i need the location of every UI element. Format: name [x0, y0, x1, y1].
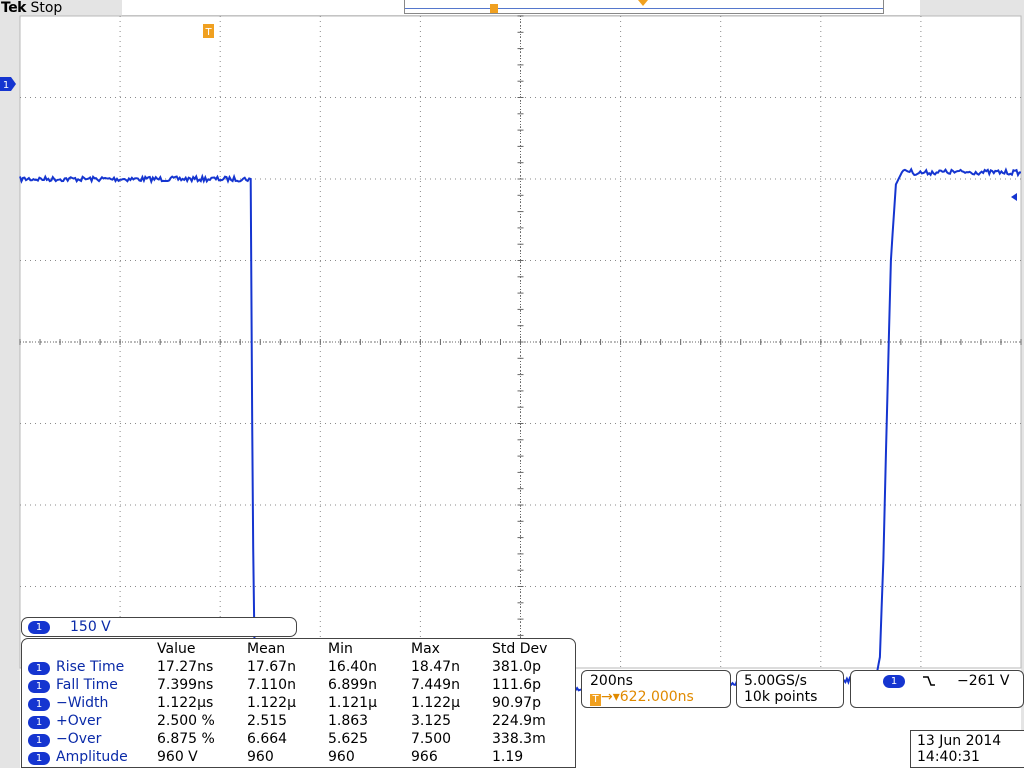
channel-scale: 150 V	[70, 619, 111, 635]
datetime-readout: 13 Jun 2014 14:40:31	[910, 730, 1024, 768]
column-header-max: Max	[411, 641, 440, 657]
measurement-value: 960 V	[157, 749, 198, 765]
record-length: 10k points	[744, 689, 818, 705]
measurement-max: 1.122µ	[411, 695, 460, 711]
measurement-std: 338.3m	[492, 731, 546, 747]
measurement-value: 6.875 %	[157, 731, 215, 747]
measurement-value: 1.122µs	[157, 695, 214, 711]
measurement-mean: 17.67n	[247, 659, 296, 675]
trigger-readout[interactable]: 1 −261 V	[850, 670, 1024, 708]
measurement-max: 3.125	[411, 713, 452, 729]
timebase-readout[interactable]: 200ns T →▾622.000ns	[581, 670, 731, 708]
trigger-level-marker[interactable]	[1011, 193, 1017, 201]
trigger-down-icon: ▾	[612, 689, 620, 705]
measurement-value: 2.500 %	[157, 713, 215, 729]
column-header-mean: Mean	[247, 641, 286, 657]
measurement-max: 18.47n	[411, 659, 460, 675]
falling-edge-icon	[921, 673, 937, 693]
measurement-mean: 1.122µ	[247, 695, 296, 711]
measurement-std: 1.19	[492, 749, 524, 765]
channel-marker-label: 1	[3, 80, 9, 91]
column-header-value: Value	[157, 641, 196, 657]
measurement-source-badge: 1	[28, 698, 50, 711]
measurement-source-badge: 1	[28, 734, 50, 747]
trigger-position-marker[interactable]: T	[203, 24, 214, 38]
column-header-min: Min	[328, 641, 353, 657]
trigger-marker-label: T	[204, 27, 212, 38]
trigger-delay: T →▾622.000ns	[590, 689, 694, 706]
measurement-name: +Over	[56, 713, 102, 729]
measurement-min: 5.625	[328, 731, 369, 747]
measurement-max: 966	[411, 749, 438, 765]
measurement-source-badge: 1	[28, 716, 50, 729]
channel-1-readout[interactable]: 1 150 V	[21, 617, 297, 637]
measurement-name: Amplitude	[56, 749, 128, 765]
measurement-value: 7.399ns	[157, 677, 214, 693]
measurement-name: −Width	[56, 695, 109, 711]
column-header-std-dev: Std Dev	[492, 641, 548, 657]
arrow-right-icon: →	[601, 689, 613, 705]
measurement-name: −Over	[56, 731, 102, 747]
measurement-source-badge: 1	[28, 752, 50, 765]
delay-value: 622.000ns	[619, 689, 694, 705]
measurement-std: 111.6p	[492, 677, 541, 693]
measurement-table: Value Mean Min Max Std Dev 1 Rise Time 17.…	[21, 638, 576, 768]
measurement-mean: 6.664	[247, 731, 288, 747]
channel-1-ground-marker[interactable]: 1	[0, 77, 16, 91]
measurement-min: 960	[328, 749, 355, 765]
trigger-source-badge: 1	[883, 675, 905, 688]
measurement-min: 1.863	[328, 713, 369, 729]
measurement-value: 17.27ns	[157, 659, 214, 675]
measurement-max: 7.500	[411, 731, 452, 747]
acquisition-readout[interactable]: 5.00GS/s 10k points	[736, 670, 844, 708]
measurement-name: Fall Time	[56, 677, 118, 693]
measurement-mean: 960	[247, 749, 274, 765]
date: 13 Jun 2014	[917, 733, 1002, 749]
channel-1-badge: 1	[28, 621, 50, 634]
measurement-source-badge: 1	[28, 662, 50, 675]
measurement-min: 16.40n	[328, 659, 377, 675]
measurement-name: Rise Time	[56, 659, 125, 675]
measurement-std: 224.9m	[492, 713, 546, 729]
timebase-scale: 200ns	[590, 673, 633, 689]
graticule	[19, 15, 1022, 669]
measurement-min: 1.121µ	[328, 695, 377, 711]
trigger-icon: T	[590, 694, 601, 706]
sample-rate: 5.00GS/s	[744, 673, 807, 689]
measurement-source-badge: 1	[28, 680, 50, 693]
trigger-level: −261 V	[957, 673, 1010, 689]
measurement-min: 6.899n	[328, 677, 377, 693]
measurement-std: 90.97p	[492, 695, 541, 711]
measurement-mean: 2.515	[247, 713, 288, 729]
measurement-std: 381.0p	[492, 659, 541, 675]
time: 14:40:31	[917, 749, 980, 765]
measurement-mean: 7.110n	[247, 677, 296, 693]
measurement-max: 7.449n	[411, 677, 460, 693]
